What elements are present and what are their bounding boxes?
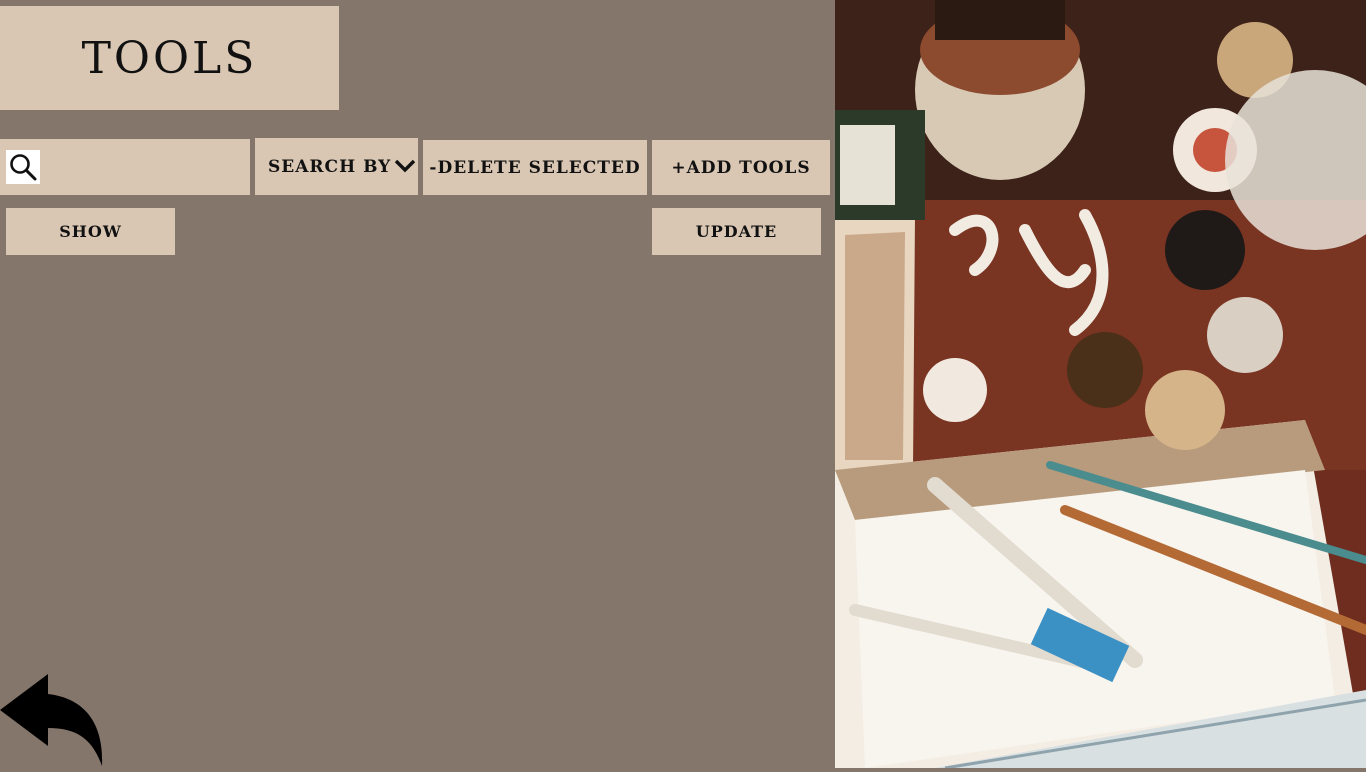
search-input[interactable] (46, 149, 246, 187)
update-button[interactable]: UPDATE (652, 208, 821, 255)
search-bar[interactable] (0, 139, 250, 195)
search-by-label: SEARCH BY (268, 156, 392, 177)
delete-selected-label: -DELETE SELECTED (429, 157, 641, 178)
search-icon[interactable] (6, 150, 40, 184)
title-box: TOOLS (0, 6, 339, 110)
back-arrow-icon[interactable] (0, 672, 106, 768)
add-tools-button[interactable]: +ADD TOOLS (652, 140, 830, 195)
add-tools-label: +ADD TOOLS (671, 157, 811, 178)
chevron-down-icon (394, 158, 416, 179)
show-label: SHOW (59, 222, 122, 241)
show-button[interactable]: SHOW (6, 208, 175, 255)
search-by-dropdown[interactable]: SEARCH BY (255, 138, 418, 195)
calligraphy-tools-photo (835, 0, 1366, 768)
delete-selected-button[interactable]: -DELETE SELECTED (423, 140, 647, 195)
page-title: TOOLS (81, 32, 258, 84)
left-panel: TOOLS SEARCH BY -DELETE SELECTED +ADD TO… (0, 0, 835, 768)
update-label: UPDATE (695, 222, 778, 241)
